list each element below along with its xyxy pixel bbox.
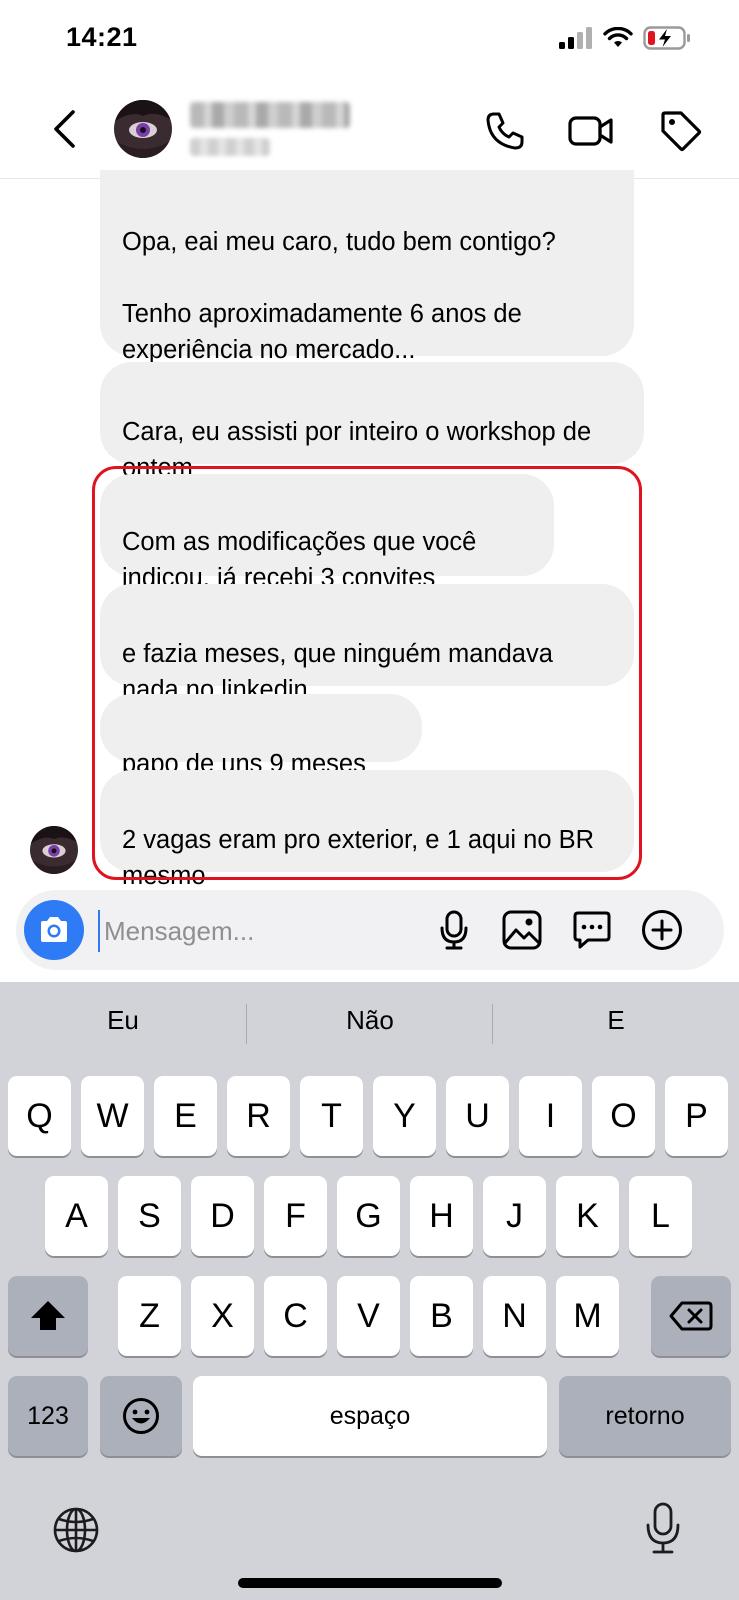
tag-icon bbox=[661, 111, 702, 152]
gallery-button[interactable] bbox=[500, 908, 544, 952]
keyboard: Eu Não E Q W E R T Y U I O P A S D F G H… bbox=[0, 982, 739, 1600]
shift-icon bbox=[31, 1301, 65, 1330]
message-bubble[interactable]: Com as modificações que você indicou, já… bbox=[100, 474, 554, 592]
key-g[interactable]: G bbox=[337, 1176, 400, 1256]
backspace-key[interactable] bbox=[651, 1276, 731, 1356]
key-a[interactable]: A bbox=[45, 1176, 108, 1256]
key-z[interactable]: Z bbox=[118, 1276, 181, 1356]
back-chevron-icon bbox=[54, 110, 75, 148]
space-key[interactable]: espaço bbox=[193, 1376, 547, 1456]
key-h[interactable]: H bbox=[410, 1176, 473, 1256]
dictation-mic-icon bbox=[646, 1502, 680, 1554]
sticker-chat-icon bbox=[573, 911, 611, 949]
key-s[interactable]: S bbox=[118, 1176, 181, 1256]
sender-avatar[interactable] bbox=[30, 826, 78, 874]
tag-button[interactable] bbox=[658, 108, 704, 154]
globe-button[interactable] bbox=[50, 1504, 102, 1556]
cellular-signal-icon bbox=[559, 27, 592, 49]
emoji-icon bbox=[123, 1398, 159, 1434]
shift-key[interactable] bbox=[8, 1276, 88, 1356]
key-w[interactable]: W bbox=[81, 1076, 144, 1156]
message-bubble[interactable]: papo de uns 9 meses bbox=[100, 694, 422, 778]
video-call-button[interactable] bbox=[568, 108, 614, 154]
key-b[interactable]: B bbox=[410, 1276, 473, 1356]
key-c[interactable]: C bbox=[264, 1276, 327, 1356]
avatar-image bbox=[30, 826, 78, 874]
camera-button[interactable] bbox=[24, 900, 84, 960]
message-bubble[interactable]: e fazia meses, que ninguém mandava nada … bbox=[100, 584, 634, 704]
sticker-button[interactable] bbox=[570, 908, 614, 952]
contact-username-blurred bbox=[190, 138, 270, 156]
image-icon bbox=[502, 910, 542, 950]
plus-circle-icon bbox=[642, 910, 682, 950]
key-t[interactable]: T bbox=[300, 1076, 363, 1156]
key-x[interactable]: X bbox=[191, 1276, 254, 1356]
dictation-button[interactable] bbox=[640, 1500, 686, 1556]
camera-icon bbox=[41, 917, 67, 942]
suggestion-item[interactable]: Eu bbox=[0, 982, 246, 1058]
chat-header bbox=[0, 82, 739, 179]
key-p[interactable]: P bbox=[665, 1076, 728, 1156]
key-f[interactable]: F bbox=[264, 1176, 327, 1256]
key-k[interactable]: K bbox=[556, 1176, 619, 1256]
key-j[interactable]: J bbox=[483, 1176, 546, 1256]
phone-icon bbox=[486, 112, 524, 150]
status-time: 14:21 bbox=[66, 22, 138, 52]
key-q[interactable]: Q bbox=[8, 1076, 71, 1156]
suggestion-bar: Eu Não E bbox=[0, 982, 739, 1058]
more-options-button[interactable] bbox=[640, 908, 684, 952]
voice-call-button[interactable] bbox=[482, 108, 528, 154]
suggestion-item[interactable]: Não bbox=[247, 982, 493, 1058]
contact-name-blurred[interactable] bbox=[190, 102, 350, 128]
key-l[interactable]: L bbox=[629, 1176, 692, 1256]
key-o[interactable]: O bbox=[592, 1076, 655, 1156]
status-icons bbox=[559, 26, 691, 50]
key-y[interactable]: Y bbox=[373, 1076, 436, 1156]
message-text: 2 vagas eram pro exterior, e 1 aqui no B… bbox=[122, 826, 595, 890]
voice-message-button[interactable] bbox=[432, 908, 476, 952]
emoji-key[interactable] bbox=[100, 1376, 182, 1456]
message-bubble[interactable]: Opa, eai meu caro, tudo bem contigo? Ten… bbox=[100, 170, 634, 364]
video-camera-icon bbox=[568, 116, 613, 146]
message-bubble[interactable]: 2 vagas eram pro exterior, e 1 aqui no B… bbox=[100, 770, 634, 890]
return-key[interactable]: retorno bbox=[559, 1376, 731, 1456]
battery-charging-icon bbox=[643, 26, 690, 50]
microphone-icon bbox=[440, 910, 468, 950]
numbers-key[interactable]: 123 bbox=[8, 1376, 88, 1456]
key-e[interactable]: E bbox=[154, 1076, 217, 1156]
key-v[interactable]: V bbox=[337, 1276, 400, 1356]
avatar-image bbox=[114, 100, 172, 158]
key-n[interactable]: N bbox=[483, 1276, 546, 1356]
key-m[interactable]: M bbox=[556, 1276, 619, 1356]
globe-icon bbox=[53, 1507, 99, 1553]
status-bar: 14:21 bbox=[0, 0, 739, 82]
wifi-icon bbox=[603, 27, 633, 47]
message-bubble[interactable]: Cara, eu assisti por inteiro o workshop … bbox=[100, 362, 644, 482]
key-u[interactable]: U bbox=[446, 1076, 509, 1156]
message-composer bbox=[16, 890, 724, 970]
message-input[interactable] bbox=[98, 910, 426, 952]
back-button[interactable] bbox=[44, 104, 84, 154]
home-indicator[interactable] bbox=[238, 1578, 502, 1588]
message-text: Opa, eai meu caro, tudo bem contigo? Ten… bbox=[122, 228, 556, 364]
backspace-icon bbox=[669, 1301, 713, 1331]
contact-avatar[interactable] bbox=[114, 100, 172, 158]
key-i[interactable]: I bbox=[519, 1076, 582, 1156]
key-r[interactable]: R bbox=[227, 1076, 290, 1156]
key-d[interactable]: D bbox=[191, 1176, 254, 1256]
suggestion-item[interactable]: E bbox=[493, 982, 739, 1058]
